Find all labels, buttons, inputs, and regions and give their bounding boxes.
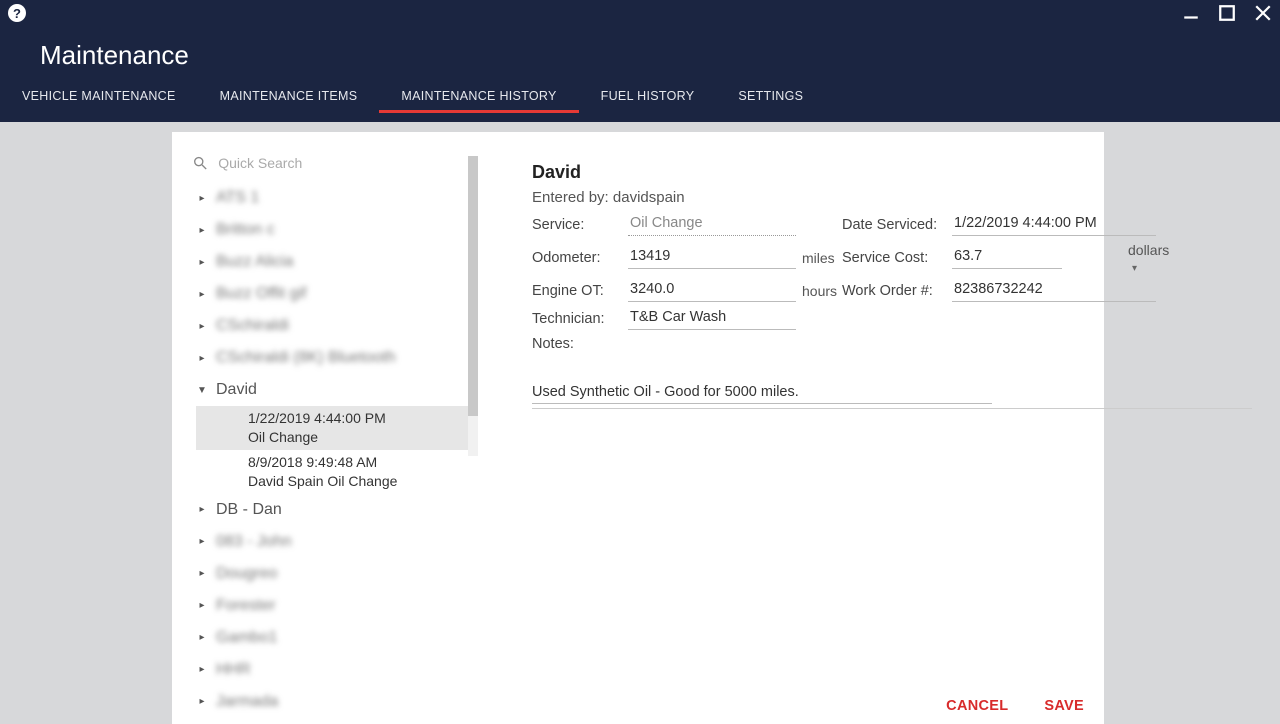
tree-item[interactable]: ▸Britton c <box>186 214 478 246</box>
tree-item[interactable]: ▸CSchiraldi (8K) Bluetooth <box>186 342 478 374</box>
save-button[interactable]: SAVE <box>1044 698 1084 714</box>
scroll-thumb[interactable] <box>468 156 478 416</box>
tree-item[interactable]: ▸CSchiraldi <box>186 310 478 342</box>
label-odometer: Odometer: <box>532 250 628 266</box>
tree-item[interactable]: ▸HHR <box>186 654 478 686</box>
label-work-order: Work Order #: <box>842 283 952 299</box>
tab-maintenance-items[interactable]: MAINTENANCE ITEMS <box>198 89 380 113</box>
tab-fuel-history[interactable]: FUEL HISTORY <box>579 89 717 113</box>
history-record[interactable]: 1/22/2019 4:44:00 PM Oil Change <box>196 406 478 450</box>
unit-hours: hours <box>796 283 842 299</box>
tab-vehicle-maintenance[interactable]: VEHICLE MAINTENANCE <box>0 89 198 113</box>
divider <box>532 408 1252 409</box>
close-button[interactable] <box>1254 4 1272 22</box>
tree-item[interactable]: ▸083 - John <box>186 526 478 558</box>
search-input[interactable] <box>218 155 458 171</box>
label-engine-ot: Engine OT: <box>532 283 628 299</box>
tree-item[interactable]: ▸Dougreo <box>186 558 478 590</box>
tree-item[interactable]: ▸Buzz Offit gif <box>186 278 478 310</box>
technician-field[interactable]: T&B Car Wash <box>628 308 796 330</box>
tab-settings[interactable]: SETTINGS <box>716 89 825 113</box>
service-cost-field[interactable]: 63.7 <box>952 247 1062 269</box>
history-record[interactable]: 8/9/2018 9:49:48 AM David Spain Oil Chan… <box>196 450 478 494</box>
label-notes: Notes: <box>532 336 1084 352</box>
tree-item[interactable]: ▸Jarmada <box>186 686 478 718</box>
tree-item[interactable]: ▸DB - Dan <box>186 494 478 526</box>
cancel-button[interactable]: CANCEL <box>946 698 1008 714</box>
page-title: Maintenance <box>0 26 1280 71</box>
tree-item[interactable]: ▸ATS 1 <box>186 182 478 214</box>
entered-by: Entered by: davidspain <box>532 189 1084 206</box>
work-order-field[interactable]: 82386732242 <box>952 280 1156 302</box>
chevron-down-icon: ▾ <box>1132 263 1137 274</box>
label-date-serviced: Date Serviced: <box>842 217 952 233</box>
odometer-field[interactable]: 13419 <box>628 247 796 269</box>
maximize-button[interactable] <box>1218 4 1236 22</box>
tree-item-david[interactable]: ▼David <box>186 374 478 406</box>
service-field[interactable]: Oil Change <box>628 214 796 236</box>
tree-item[interactable]: ▸Buzz Alicia <box>186 246 478 278</box>
tab-maintenance-history[interactable]: MAINTENANCE HISTORY <box>379 89 578 113</box>
search-icon <box>192 154 208 172</box>
label-service: Service: <box>532 217 628 233</box>
minimize-button[interactable] <box>1182 4 1200 22</box>
notes-field[interactable]: Used Synthetic Oil - Good for 5000 miles… <box>532 384 992 404</box>
label-technician: Technician: <box>532 311 628 327</box>
scrollbar[interactable] <box>468 156 478 456</box>
date-serviced-field[interactable]: 1/22/2019 4:44:00 PM <box>952 214 1156 236</box>
unit-miles: miles <box>796 250 842 266</box>
tree-item[interactable]: ▸Gambo1 <box>186 622 478 654</box>
detail-title: David <box>532 162 1084 183</box>
tree-item[interactable]: ▸Forester <box>186 590 478 622</box>
label-service-cost: Service Cost: <box>842 250 952 266</box>
currency-select[interactable]: dollars▾ <box>1122 242 1156 274</box>
help-icon[interactable]: ? <box>8 4 26 22</box>
engine-ot-field[interactable]: 3240.0 <box>628 280 796 302</box>
